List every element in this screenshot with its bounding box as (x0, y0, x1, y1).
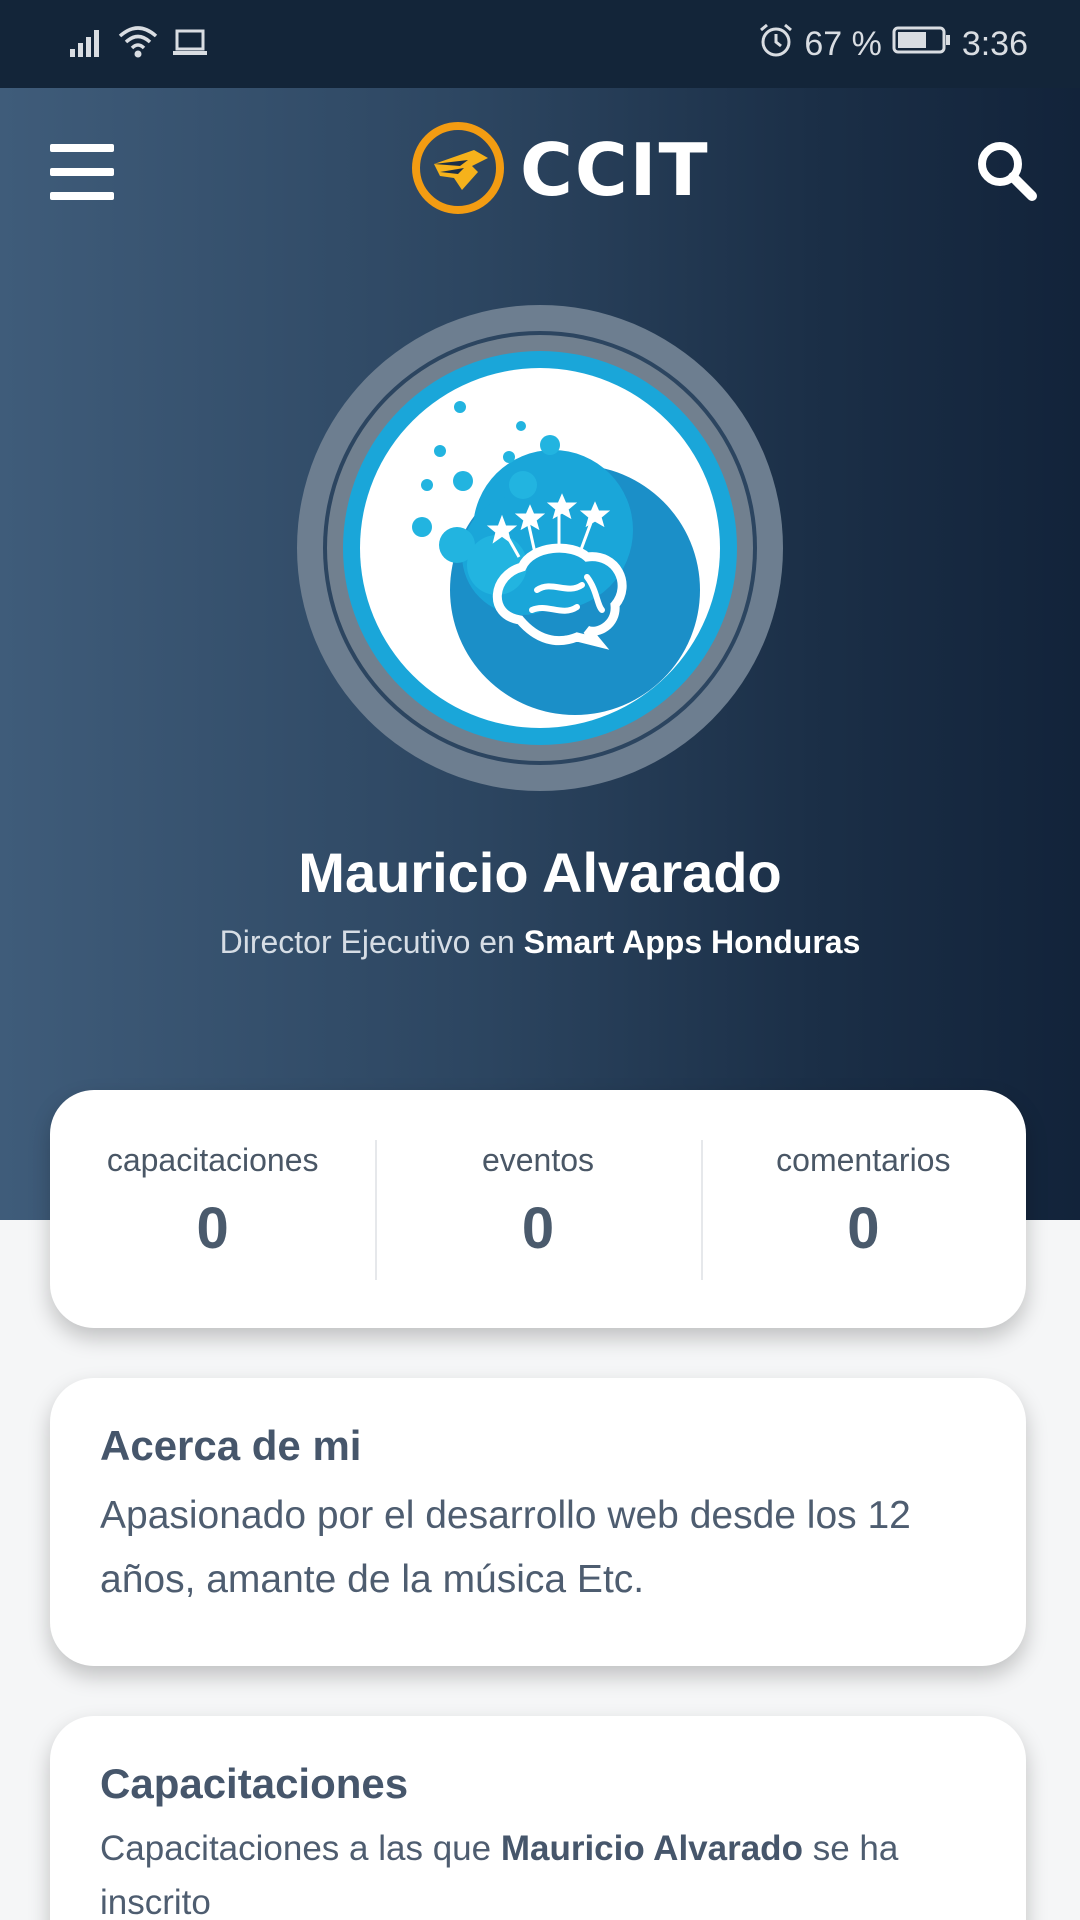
status-bar: 67 % 3:36 (0, 0, 1080, 88)
trainings-card: Capacitaciones Capacitaciones a las que … (50, 1716, 1026, 1920)
avatar (297, 305, 783, 791)
stat-label: capacitaciones (106, 1142, 319, 1178)
about-card: Acerca de mi Apasionado por el desarroll… (50, 1378, 1026, 1666)
wifi-icon (118, 25, 158, 63)
stat-comentarios[interactable]: comentarios 0 (700, 1090, 1026, 1328)
profile-role: Director Ejecutivo en Smart Apps Hondura… (0, 924, 1080, 961)
status-left-icons (70, 24, 208, 64)
trainings-title: Capacitaciones (100, 1760, 409, 1807)
trainings-text-prefix: Capacitaciones a las que (100, 1829, 492, 1868)
alarm-icon (758, 22, 794, 67)
battery-percent: 67 % (804, 24, 882, 63)
stats-card: capacitaciones 0 eventos 0 comentarios 0 (50, 1090, 1026, 1328)
status-right: 67 % 3:36 (758, 20, 1028, 68)
menu-icon-bar (50, 144, 114, 152)
profile-company: Smart Apps Honduras (523, 924, 861, 960)
brand-name: CCIT (520, 128, 710, 212)
about-title: Acerca de mi (100, 1422, 362, 1469)
menu-icon-bar (50, 192, 114, 200)
menu-icon-bar (50, 168, 114, 176)
trainings-text: Capacitaciones a las que Mauricio Alvara… (100, 1822, 976, 1920)
menu-button[interactable] (50, 144, 114, 200)
stat-capacitaciones[interactable]: capacitaciones 0 (50, 1090, 375, 1328)
stat-label: eventos (481, 1142, 595, 1178)
logo-icon (410, 120, 506, 221)
profile-role-prefix: Director Ejecutivo en (219, 924, 515, 960)
search-icon (978, 142, 1037, 201)
about-text: Apasionado por el desarrollo web desde l… (100, 1494, 911, 1601)
battery-icon (892, 25, 952, 64)
stat-value: 0 (521, 1196, 555, 1261)
clock: 3:36 (961, 24, 1028, 63)
stat-value: 0 (847, 1196, 880, 1261)
signal-icon (70, 27, 104, 62)
trainings-user-name: Mauricio Alvarado (500, 1829, 803, 1868)
stat-value: 0 (196, 1196, 229, 1261)
laptop-icon (172, 27, 208, 62)
profile-name: Mauricio Alvarado (298, 841, 782, 904)
brand-logo[interactable]: CCIT (410, 120, 710, 221)
stat-label: comentarios (776, 1142, 951, 1178)
stat-eventos[interactable]: eventos 0 (375, 1090, 700, 1328)
search-button[interactable] (974, 138, 1038, 202)
